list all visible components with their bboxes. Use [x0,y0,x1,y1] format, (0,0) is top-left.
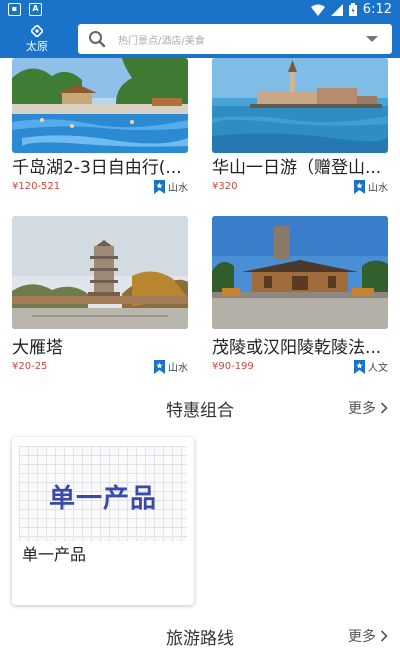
bookmark-icon [154,359,165,374]
product-image-pagoda [12,216,188,329]
combo-image-text: 单一产品 [48,484,157,514]
product-price: ¥90-199 [212,361,254,372]
product-tag-label: 山水 [168,363,188,374]
status-indicators: 6:12 [310,2,392,17]
notification-icon: A [29,3,42,16]
product-title: 大雁塔 [12,338,63,358]
product-card[interactable]: 千岛湖2-3日自由行(... ¥120-521 山水 [12,58,188,198]
bookmark-icon [354,179,365,194]
notification-icons: ▪ A [8,3,42,16]
product-image-temple [212,216,388,329]
chevron-right-icon [380,402,388,414]
wifi-icon [310,4,325,16]
dropdown-caret-icon[interactable] [366,36,378,42]
location-icon [31,25,43,37]
product-card[interactable]: 茂陵或汉阳陵乾陵法... ¥90-199 人文 [212,216,388,376]
notification-icon: ▪ [8,3,21,16]
section-title-combos: 特惠组合 [166,401,234,421]
product-tag-label: 山水 [168,183,188,194]
product-tag: 人文 [354,359,388,374]
product-card[interactable]: 华山一日游（赠登山... ¥320 山水 [212,58,388,198]
product-title: 华山一日游（赠登山... [212,158,382,178]
section-title-routes: 旅游路线 [166,629,234,649]
combo-name: 单一产品 [22,545,87,564]
top-header: 太原 热门景点/酒店/美食 [0,20,400,58]
product-price: ¥20-25 [12,361,48,372]
search-placeholder: 热门景点/酒店/美食 [118,36,205,47]
more-link-routes[interactable]: 更多 [348,626,388,646]
product-card[interactable]: 大雁塔 ¥20-25 山水 [12,216,188,376]
more-link-combos[interactable]: 更多 [348,398,388,418]
product-tag-label: 人文 [368,363,388,374]
battery-icon [348,3,357,16]
city-selector[interactable]: 太原 [0,20,74,58]
product-title: 千岛湖2-3日自由行(... [12,158,182,178]
status-bar: ▪ A 6:12 [0,0,400,20]
chevron-right-icon [380,630,388,642]
bookmark-icon [354,359,365,374]
more-label: 更多 [348,401,376,417]
product-title: 茂陵或汉阳陵乾陵法... [212,338,382,358]
product-tag: 山水 [154,359,188,374]
product-tag-label: 山水 [368,183,388,194]
product-image-lake-pool [12,58,188,153]
product-tag: 山水 [154,179,188,194]
combo-image: 单一产品 [19,446,187,541]
city-name: 太原 [26,40,48,53]
signal-icon [330,3,343,16]
product-tag: 山水 [354,179,388,194]
product-price: ¥320 [212,181,238,192]
bookmark-icon [154,179,165,194]
product-image-island-church [212,58,388,153]
product-price: ¥120-521 [12,181,61,192]
search-input[interactable]: 热门景点/酒店/美食 [78,24,392,54]
search-icon [89,31,106,48]
more-label: 更多 [348,629,376,645]
clock: 6:12 [362,2,392,17]
combo-card[interactable]: 单一产品 单一产品 [12,437,194,605]
